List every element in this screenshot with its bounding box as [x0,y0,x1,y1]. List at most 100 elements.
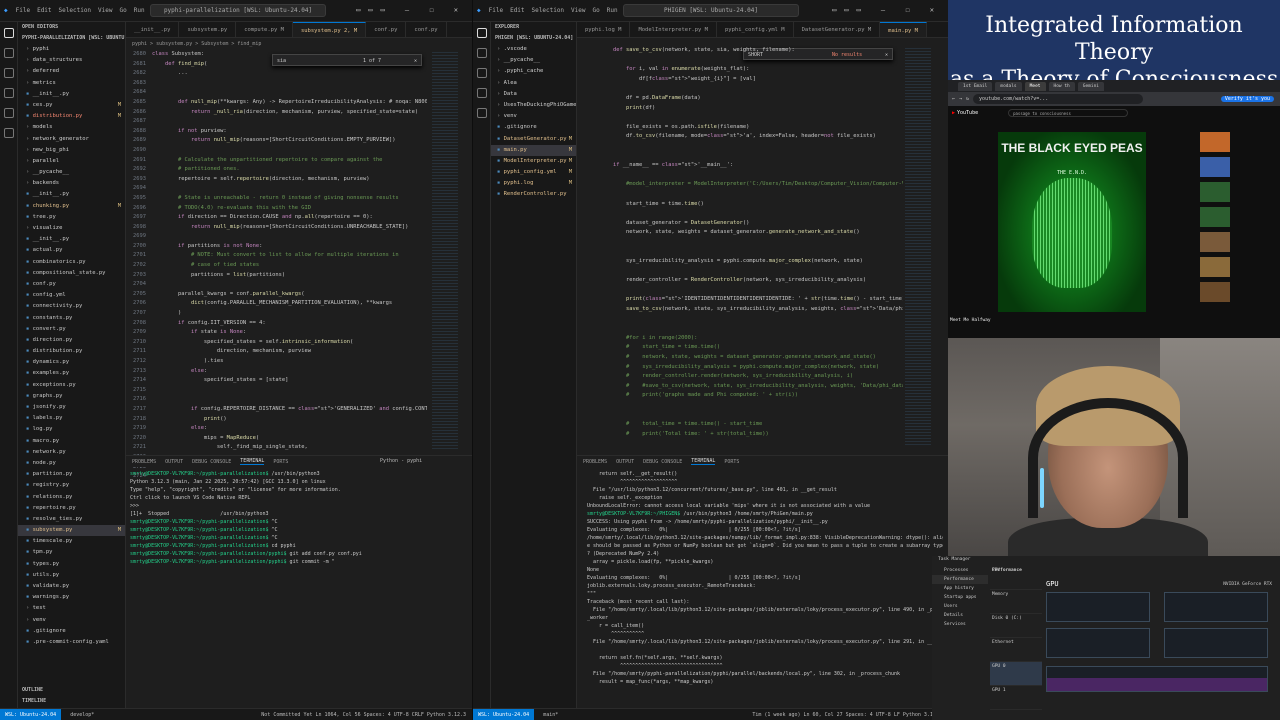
panel-tab[interactable]: DEBUG CONSOLE [192,459,231,465]
extensions-icon[interactable] [477,108,487,118]
menu-item[interactable]: Go [120,7,127,14]
left-minimap[interactable] [432,50,458,450]
folder-item[interactable]: › test [18,603,125,614]
browser-tab[interactable]: modals [995,81,1022,91]
panel-tab[interactable]: OUTPUT [165,459,183,465]
search-icon[interactable] [4,48,14,58]
folder-item[interactable]: › models [18,122,125,133]
menu-item[interactable]: Go [593,7,600,14]
right-window-controls[interactable]: ▭▭▭ — ☐ ✕ [832,6,942,14]
file-item[interactable]: ▪ ces.py M [18,100,125,111]
editor-tab[interactable]: main.py M [880,22,927,37]
file-item[interactable]: ▪ .gitignore [18,626,125,637]
explorer-icon[interactable] [477,28,487,38]
panel-tab[interactable]: OUTPUT [616,459,634,465]
menu-item[interactable]: Selection [59,7,92,14]
editor-tab[interactable]: ModelInterpreter.py M [630,22,717,37]
file-item[interactable]: ▪ validate.py [18,581,125,592]
file-item[interactable]: ▪ labels.py [18,413,125,424]
menu-item[interactable]: Edit [510,7,524,14]
performance-device-item[interactable]: GPU 1 [990,686,1042,710]
file-item[interactable]: ▪ timescale.py [18,536,125,547]
performance-device-item[interactable]: GPU 0 [990,662,1042,686]
project-header[interactable]: PYPHI-PARALLELIZATION [WSL: UBUNTU-24.04… [18,33,125,44]
outline-header[interactable]: OUTLINE [18,685,43,696]
file-item[interactable]: ▪ __init__.py [18,189,125,200]
menu-item[interactable]: Edit [37,7,51,14]
folder-item[interactable]: › __pycache__ [18,167,125,178]
menu-item[interactable]: File [16,7,30,14]
file-item[interactable]: ▪ pyphi_config.yml M [491,167,576,178]
file-item[interactable]: ▪ distribution.py [18,346,125,357]
panel-tab[interactable]: TERMINAL [691,458,716,465]
file-item[interactable]: ▪ .pre-commit-config.yaml [18,637,125,648]
left-window-controls[interactable]: ▭▭▭ — ☐ ✕ [356,6,466,14]
forward-icon[interactable]: → [959,96,962,102]
folder-item[interactable]: › .pyphi_cache [491,66,576,77]
file-item[interactable]: ▪ tree.py [18,212,125,223]
file-item[interactable]: ▪ resolve_ties.py [18,514,125,525]
folder-item[interactable]: › venv [18,615,125,626]
folder-item[interactable]: › deferred [18,66,125,77]
file-item[interactable]: ▪ direction.py [18,335,125,346]
file-item[interactable]: ▪ __init__.py [18,234,125,245]
right-code-editor[interactable]: def save_to_csv(network, state, sia, wei… [613,46,903,448]
menu-item[interactable]: Run [134,7,145,14]
menu-item[interactable]: Selection [532,7,565,14]
file-item[interactable]: ▪ relations.py [18,492,125,503]
editor-tab[interactable]: subsystem.py 2, M [292,22,367,37]
recommendation-item[interactable] [1200,132,1278,154]
editor-tab[interactable]: conf.py [406,22,447,37]
right-minimap[interactable] [905,46,931,446]
folder-item[interactable]: › data_structures [18,55,125,66]
file-item[interactable]: ▪ partition.py [18,469,125,480]
file-item[interactable]: ▪ chunking.py M [18,201,125,212]
file-item[interactable]: ▪ .gitignore [491,122,576,133]
right-terminal[interactable]: return self.__get_result() ^^^^^^^^^^^^^… [587,470,943,706]
task-manager-nav-item[interactable]: Details [932,611,988,620]
file-item[interactable]: ▪ node.py [18,458,125,469]
recommendation-item[interactable] [1200,232,1278,254]
file-item[interactable]: ▪ conf.py [18,279,125,290]
folder-item[interactable]: › visualize [18,223,125,234]
file-item[interactable]: ▪ distribution.py M [18,111,125,122]
git-branch[interactable]: develop* [70,712,94,718]
left-code-editor[interactable]: class Subsystem: def find_mip( ... def n… [152,50,427,455]
file-item[interactable]: ▪ examples.py [18,368,125,379]
file-item[interactable]: ▪ utils.py [18,570,125,581]
folder-item[interactable]: › Data [491,89,576,100]
folder-item[interactable]: › metrics [18,78,125,89]
file-item[interactable]: ▪ convert.py [18,324,125,335]
file-item[interactable]: ▪ main.py M [491,144,576,156]
performance-device-item[interactable]: Ethernet [990,638,1042,662]
remote-explorer-icon[interactable] [4,128,14,138]
panel-tab[interactable]: PORTS [724,459,739,465]
performance-device-item[interactable]: Disk 0 (C:) [990,614,1042,638]
file-item[interactable]: ▪ pyphi.log M [491,178,576,189]
file-item[interactable]: ▪ __init__.py [18,89,125,100]
right-command-center[interactable]: PHIGEN [WSL: Ubuntu-24.04] [623,4,799,17]
extensions-icon[interactable] [4,108,14,118]
recommendation-item[interactable] [1200,257,1278,279]
source-control-icon[interactable] [477,68,487,78]
address-bar[interactable]: youtube.com/watch?v=... [973,94,1144,104]
browser-tab[interactable]: 1st Email [958,81,993,91]
folder-item[interactable]: › UsesTheDuckingPhiOGame [491,100,576,111]
remote-indicator[interactable]: WSL: Ubuntu-24.04 [473,709,535,720]
git-branch[interactable]: main* [543,712,558,718]
panel-tab[interactable]: PROBLEMS [132,459,156,465]
timeline-header[interactable]: TIMELINE [18,696,46,707]
panel-tab[interactable]: PROBLEMS [583,459,607,465]
file-item[interactable]: ▪ network.py [18,447,125,458]
editor-tab[interactable]: conf.py [366,22,407,37]
editor-tab[interactable]: pyphi.log M [577,22,631,37]
file-item[interactable]: ▪ types.py [18,559,125,570]
file-item[interactable]: ▪ subsystem.py M [18,525,125,537]
project-header[interactable]: PHIGEN [WSL: UBUNTU-24.04] [491,33,576,44]
editor-tab[interactable]: DatasetGenerator.py M [794,22,881,37]
folder-item[interactable]: › venv [491,111,576,122]
file-item[interactable]: ▪ warnings.py [18,592,125,603]
left-terminal[interactable]: smrty@DESKTOP-VL7KF9R:~/pyphi-paralleliz… [130,470,466,700]
file-item[interactable]: ▪ exceptions.py [18,380,125,391]
performance-device-item[interactable]: Memory [990,590,1042,614]
